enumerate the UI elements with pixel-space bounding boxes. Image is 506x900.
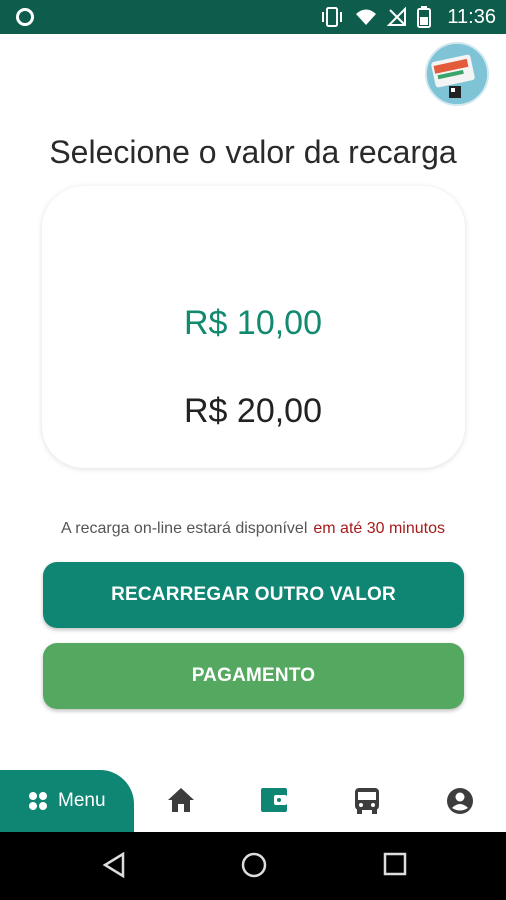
payment-button[interactable]: PAGAMENTO [43, 643, 464, 709]
recharge-other-value-button[interactable]: RECARREGAR OUTRO VALOR [43, 562, 464, 628]
bottom-nav: Menu [0, 770, 506, 832]
account-icon[interactable] [446, 787, 474, 815]
menu-grid-icon [29, 792, 47, 810]
transport-card-icon [427, 44, 487, 104]
battery-icon [417, 6, 432, 28]
home-icon[interactable] [167, 787, 195, 813]
no-signal-icon [387, 7, 407, 26]
page-title: Selecione o valor da recarga [49, 134, 457, 170]
bus-icon[interactable] [354, 787, 380, 815]
wallet-icon[interactable] [260, 787, 288, 813]
back-icon[interactable] [102, 852, 126, 878]
status-bar: 11:36 [0, 0, 506, 34]
vibrate-icon [322, 7, 343, 27]
value-option[interactable]: R$ 20,00 [0, 392, 506, 431]
recents-icon[interactable] [383, 852, 407, 876]
system-nav-bar [0, 832, 506, 900]
value-option-selected[interactable]: R$ 10,00 [0, 304, 506, 343]
transport-card-avatar[interactable] [425, 42, 489, 106]
availability-info: A recarga on-line estará disponível em at… [0, 520, 506, 538]
home-circle-icon[interactable] [241, 852, 267, 878]
menu-tab[interactable]: Menu [0, 770, 134, 832]
status-icons: 11:36 [319, 0, 496, 34]
menu-label: Menu [58, 790, 106, 811]
notification-ring-icon [16, 8, 34, 26]
wifi-icon [356, 9, 377, 25]
status-time: 11:36 [447, 5, 496, 28]
availability-highlight: em até 30 minutos [313, 520, 445, 537]
availability-text: A recarga on-line estará disponível [61, 520, 308, 537]
